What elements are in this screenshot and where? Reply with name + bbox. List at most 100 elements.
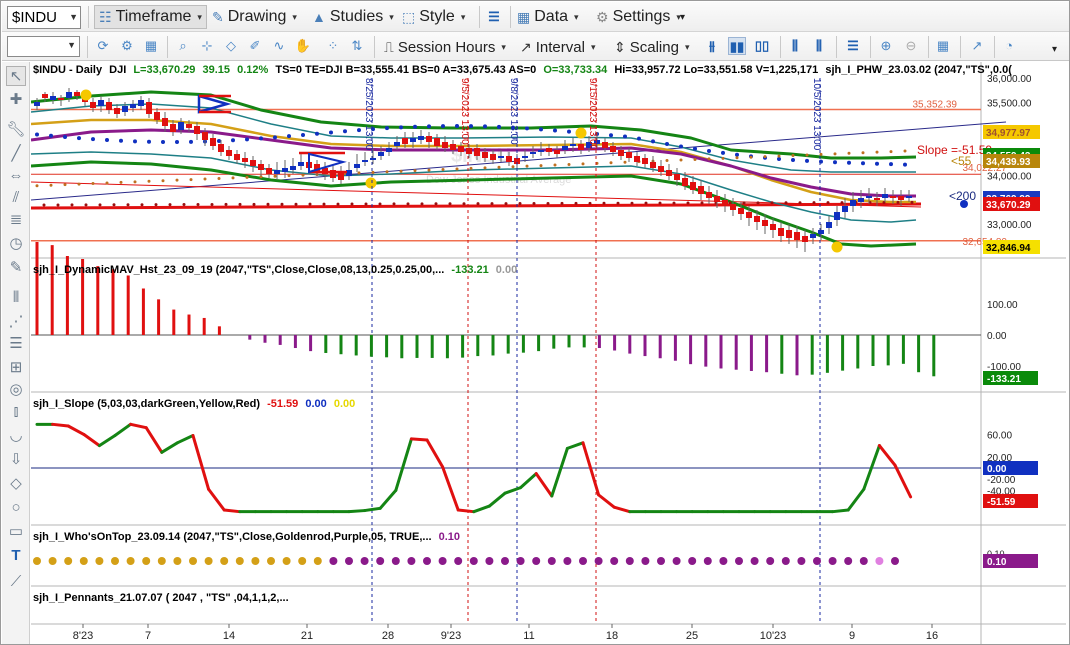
panels-icon[interactable]: ☰ [844, 37, 862, 55]
hollow-candle-icon[interactable]: ▯▯ [753, 37, 771, 55]
ohlc-bar-icon[interactable]: ⫵ [703, 37, 721, 55]
session-hours-menu[interactable]: ⎍ Session Hours ▾ [384, 35, 506, 59]
symbol-field[interactable]: $INDU ▼ [7, 6, 81, 29]
grid-view-icon[interactable]: ▦ [934, 37, 952, 55]
chart-canvas[interactable]: 36,000.0035,500.0034,000.0033,500.0033,0… [30, 62, 1066, 645]
orange-dot [91, 182, 95, 186]
vertical-lines-icon[interactable]: ⦀ [6, 288, 26, 308]
chevron-down-icon[interactable]: ▼ [67, 40, 76, 50]
blue-dot [287, 134, 291, 139]
pencil-tool-icon[interactable]: ✎ [6, 258, 26, 278]
darkred-dot [756, 201, 760, 205]
settings-menu[interactable]: ⚙ Settings ▾ [596, 5, 681, 29]
x-axis-label: 25 [686, 630, 698, 642]
who-on-top-dot [875, 557, 884, 565]
chevron-down-icon[interactable]: ▼ [69, 7, 78, 28]
orange-dot [735, 156, 739, 160]
mav-value: -133.21 [451, 264, 489, 276]
blue-dot [357, 128, 361, 133]
darkred-dot [896, 200, 900, 204]
chart-area[interactable]: 36,000.0035,500.0034,000.0033,500.0033,0… [30, 62, 1066, 645]
gann-icon[interactable]: ⊞ [6, 358, 26, 378]
candle-body [354, 164, 360, 168]
spiral-icon[interactable]: ◎ [6, 380, 26, 400]
candle-body [578, 144, 584, 150]
who-on-top-dot [173, 557, 182, 565]
more-tools-icon[interactable]: ⟋ [6, 572, 26, 592]
fib-time-icon[interactable]: ⫾ [6, 402, 26, 422]
refresh-icon[interactable]: ⟳ [94, 37, 112, 55]
candlestick-icon[interactable]: ▮▮ [728, 37, 746, 55]
wrench-icon[interactable]: 🔧︎ [6, 120, 26, 140]
wave-icon[interactable]: ∿ [270, 37, 288, 55]
chevron-down-icon: ▾ [501, 41, 506, 52]
toolbar-overflow[interactable]: ▾ [680, 5, 685, 29]
studies-icon: ▲ [312, 9, 326, 25]
arrow-icon[interactable]: ⇩ [6, 450, 26, 470]
zoom-out-icon[interactable]: ⊖ [902, 37, 920, 55]
fib-fan-icon[interactable]: ⋰ [6, 312, 26, 332]
candle-body [522, 156, 528, 158]
cursor-icon[interactable]: ↖ [6, 66, 26, 86]
settings-small-icon[interactable]: ⚙ [118, 37, 136, 55]
candle-body [506, 156, 512, 162]
slope-tag-red-label: -51.59 [987, 497, 1016, 508]
rectangle-icon[interactable]: ▭ [6, 522, 26, 542]
parallel-lines-icon[interactable]: ≣ [6, 210, 26, 230]
brush-icon[interactable]: ✐ [246, 37, 264, 55]
zoom-in-icon[interactable]: ⊕ [877, 37, 895, 55]
blue-dot [567, 129, 571, 134]
darkred-dot [70, 203, 74, 207]
shape-icon[interactable]: ◇ [6, 474, 26, 494]
chart-sync-icon[interactable]: ◔ [1000, 37, 1018, 55]
arc-icon[interactable]: ◡ [6, 426, 26, 446]
who-on-top-dot [313, 557, 322, 565]
slope-line-segment [472, 504, 491, 514]
scaling-menu[interactable]: ⇕ Scaling ▾ [614, 35, 689, 59]
style-menu[interactable]: ⬚ Style ▾ [402, 5, 465, 29]
interval-menu[interactable]: ↗ Interval ▾ [520, 35, 595, 59]
candle-body [866, 196, 872, 198]
crosshair-icon[interactable]: ⊹ [198, 37, 216, 55]
blue-dot [735, 152, 739, 157]
toolbar-overflow[interactable]: ▾ [1052, 37, 1057, 61]
clock-icon[interactable]: ◷ [6, 234, 26, 254]
who-on-top-dot [625, 557, 634, 565]
arrows-icon[interactable]: ⇅ [348, 37, 366, 55]
darkred-dot [364, 202, 368, 206]
grid-icon[interactable]: ▦ [142, 37, 160, 55]
data-menu[interactable]: ▦ Data ▾ [517, 5, 579, 29]
crosshair-tool-icon[interactable]: ✚ [6, 90, 26, 110]
candle-body [202, 132, 208, 140]
fib-retracement-icon[interactable]: ☰ [6, 334, 26, 354]
hand-icon[interactable]: ✋ [294, 37, 312, 55]
text-tool-icon[interactable]: T [6, 546, 26, 566]
candle-body [786, 230, 792, 238]
scatter-icon[interactable]: ⁘ [324, 37, 342, 55]
add-chart-icon[interactable]: ↗ [968, 37, 986, 55]
scaling-label: Scaling [629, 38, 679, 56]
candle-body [50, 96, 56, 100]
candle-body [258, 164, 264, 170]
candle-body [642, 158, 648, 164]
darkred-dot [742, 201, 746, 205]
chart-layout-icon[interactable]: ☰ [485, 8, 503, 26]
change-percent: 0.12% [237, 64, 269, 76]
blue-dot [343, 129, 347, 134]
session-icon: ⎍ [384, 38, 394, 55]
bar-spacing-wide-icon[interactable]: ⫼ [810, 37, 828, 55]
template-field[interactable]: ▼ [7, 36, 80, 57]
who-on-top-dot [220, 557, 229, 565]
pointer-icon[interactable]: ◇ [222, 37, 240, 55]
magnifier-icon[interactable]: ⌕ [174, 37, 192, 55]
channel-icon[interactable]: ⫽ [6, 188, 26, 208]
ellipse-icon[interactable]: ○ [6, 498, 26, 518]
candle-body [242, 158, 248, 162]
horizontal-line-icon[interactable]: ⇔ [6, 166, 26, 186]
timeframe-menu[interactable]: ☷ Timeframe ▾ [94, 5, 207, 29]
trendline-icon[interactable]: ╱ [6, 144, 26, 164]
studies-menu[interactable]: ▲ Studies ▾ [312, 5, 394, 29]
bar-spacing-icon[interactable]: ⫼ [786, 37, 804, 55]
secondary-toolbar: ▼ ⟳ ⚙ ▦ ⌕ ⊹ ◇ ✐ ∿ ✋ ⁘ ⇅ ⎍ Session Hours ▾ … [2, 32, 1069, 61]
drawing-menu[interactable]: ✎ Drawing ▾ [212, 5, 297, 29]
